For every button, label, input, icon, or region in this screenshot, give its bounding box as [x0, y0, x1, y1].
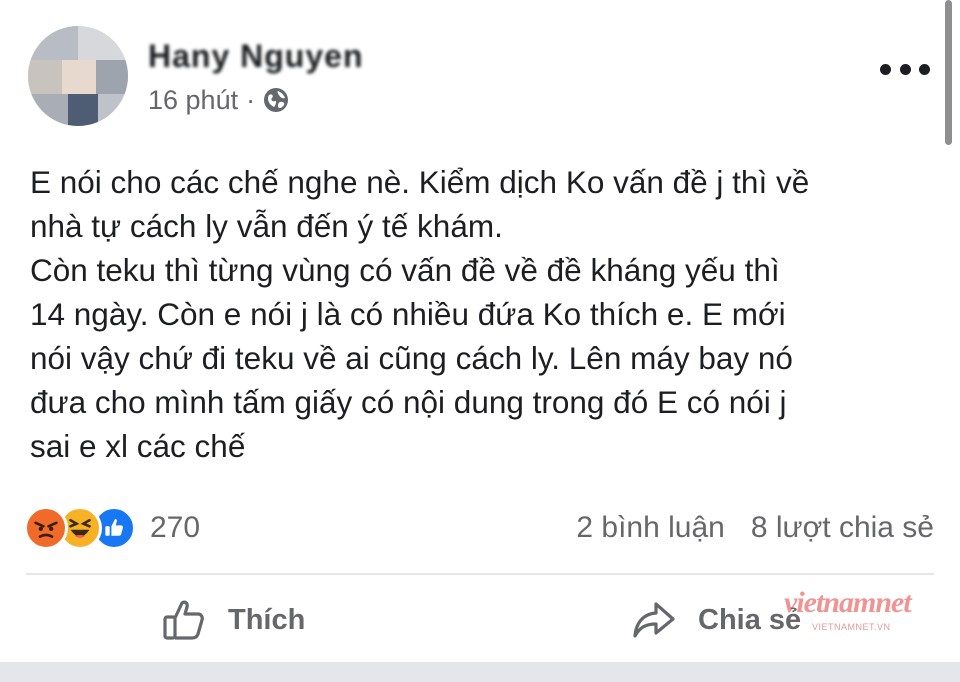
angry-reaction-icon [24, 506, 68, 550]
watermark-logo: vietnamnet [784, 586, 912, 619]
scrollbar[interactable] [945, 0, 952, 145]
like-label: Thích [228, 603, 306, 636]
reaction-count: 270 [150, 511, 201, 544]
globe-icon[interactable] [263, 87, 289, 113]
more-horizontal-icon [880, 63, 891, 75]
watermark-url: VIETNAMNET.VN [812, 622, 891, 632]
comments-count-link[interactable]: 2 bình luận [576, 511, 724, 545]
more-options-button[interactable] [880, 56, 930, 82]
meta-separator: · [246, 84, 256, 115]
facebook-post: Hany Nguyen 16 phút · E nói cho các chế … [0, 0, 960, 682]
more-dot [919, 63, 930, 75]
more-dot [899, 63, 911, 75]
share-arrow-icon [633, 602, 675, 638]
post-meta: 16 phút · [148, 82, 289, 118]
divider [26, 573, 934, 575]
post-text: E nói cho các chế nghe nè. Kiểm dịch Ko … [30, 164, 810, 464]
author-avatar[interactable] [28, 26, 128, 126]
feed-separator [0, 662, 960, 682]
post-timestamp[interactable]: 16 phút [148, 85, 238, 116]
reactions-summary[interactable]: 270 [24, 505, 200, 551]
shares-count-link[interactable]: 8 lượt chia sẻ [751, 511, 934, 545]
like-button[interactable]: Thích [160, 590, 305, 650]
vietnamnet-watermark: vietnamnet VIETNAMNET.VN [772, 586, 912, 636]
thumbs-up-icon [163, 600, 204, 640]
author-name[interactable]: Hany Nguyen [148, 38, 363, 75]
post-stats: 2 bình luận 8 lượt chia sẻ [576, 505, 934, 551]
